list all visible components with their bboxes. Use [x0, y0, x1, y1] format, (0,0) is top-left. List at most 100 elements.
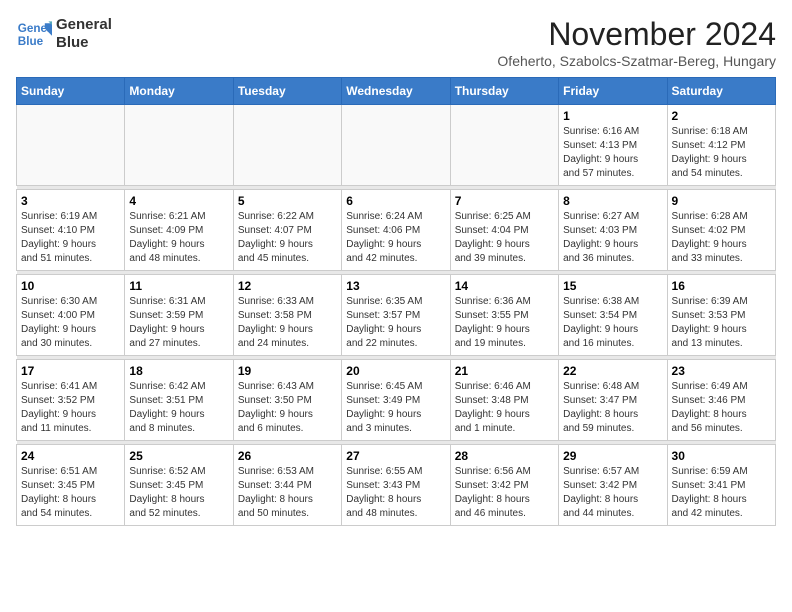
calendar-cell: 27 Sunrise: 6:55 AM Sunset: 3:43 PM Dayli…: [342, 445, 450, 526]
day-number: 10: [21, 279, 120, 293]
header: General Blue General Blue November 2024 …: [16, 16, 776, 69]
day-info: Sunrise: 6:48 AM Sunset: 3:47 PM Dayligh…: [563, 380, 662, 436]
day-info: Sunrise: 6:36 AM Sunset: 3:55 PM Dayligh…: [455, 295, 554, 351]
calendar-cell: 2 Sunrise: 6:18 AM Sunset: 4:12 PM Daylig…: [667, 105, 775, 186]
day-info: Sunrise: 6:49 AM Sunset: 3:46 PM Dayligh…: [672, 380, 771, 436]
month-title: November 2024: [497, 16, 776, 53]
calendar-cell: 1 Sunrise: 6:16 AM Sunset: 4:13 PM Daylig…: [559, 105, 667, 186]
weekday-header: Saturday: [667, 78, 775, 105]
calendar-cell: 17 Sunrise: 6:41 AM Sunset: 3:52 PM Dayli…: [17, 360, 125, 441]
calendar-cell: 13Sunrise: 6:35 AM Sunset: 3:57 PM Dayli…: [342, 275, 450, 356]
weekday-header: Monday: [125, 78, 233, 105]
day-info: Sunrise: 6:27 AM Sunset: 4:03 PM Dayligh…: [563, 210, 662, 266]
calendar-cell: 20 Sunrise: 6:45 AM Sunset: 3:49 PM Dayli…: [342, 360, 450, 441]
day-number: 1: [563, 109, 662, 123]
calendar-cell: 26 Sunrise: 6:53 AM Sunset: 3:44 PM Dayli…: [233, 445, 341, 526]
day-number: 24: [21, 449, 120, 463]
calendar-cell: 25Sunrise: 6:52 AM Sunset: 3:45 PM Dayli…: [125, 445, 233, 526]
day-number: 19: [238, 364, 337, 378]
calendar-cell: 11 Sunrise: 6:31 AM Sunset: 3:59 PM Dayli…: [125, 275, 233, 356]
day-info: Sunrise: 6:28 AM Sunset: 4:02 PM Dayligh…: [672, 210, 771, 266]
calendar-header-row: SundayMondayTuesdayWednesdayThursdayFrid…: [17, 78, 776, 105]
day-number: 13: [346, 279, 445, 293]
calendar-cell: 6 Sunrise: 6:24 AM Sunset: 4:06 PM Daylig…: [342, 190, 450, 271]
day-number: 21: [455, 364, 554, 378]
day-info: Sunrise: 6:16 AM Sunset: 4:13 PM Dayligh…: [563, 125, 662, 181]
calendar-cell: 30Sunrise: 6:59 AM Sunset: 3:41 PM Dayli…: [667, 445, 775, 526]
day-number: 6: [346, 194, 445, 208]
day-number: 4: [129, 194, 228, 208]
weekday-header: Tuesday: [233, 78, 341, 105]
calendar-cell: [125, 105, 233, 186]
day-info: Sunrise: 6:39 AM Sunset: 3:53 PM Dayligh…: [672, 295, 771, 351]
day-number: 17: [21, 364, 120, 378]
day-info: Sunrise: 6:33 AM Sunset: 3:58 PM Dayligh…: [238, 295, 337, 351]
day-info: Sunrise: 6:55 AM Sunset: 3:43 PM Dayligh…: [346, 465, 445, 521]
day-info: Sunrise: 6:24 AM Sunset: 4:06 PM Dayligh…: [346, 210, 445, 266]
day-info: Sunrise: 6:52 AM Sunset: 3:45 PM Dayligh…: [129, 465, 228, 521]
day-info: Sunrise: 6:46 AM Sunset: 3:48 PM Dayligh…: [455, 380, 554, 436]
calendar-cell: 9 Sunrise: 6:28 AM Sunset: 4:02 PM Daylig…: [667, 190, 775, 271]
day-number: 14: [455, 279, 554, 293]
day-number: 28: [455, 449, 554, 463]
day-number: 5: [238, 194, 337, 208]
day-info: Sunrise: 6:25 AM Sunset: 4:04 PM Dayligh…: [455, 210, 554, 266]
calendar-week-row: 17 Sunrise: 6:41 AM Sunset: 3:52 PM Dayli…: [17, 360, 776, 441]
day-number: 23: [672, 364, 771, 378]
day-info: Sunrise: 6:19 AM Sunset: 4:10 PM Dayligh…: [21, 210, 120, 266]
logo-icon: General Blue: [16, 16, 52, 52]
calendar-cell: 21 Sunrise: 6:46 AM Sunset: 3:48 PM Dayli…: [450, 360, 558, 441]
calendar-cell: 28 Sunrise: 6:56 AM Sunset: 3:42 PM Dayli…: [450, 445, 558, 526]
calendar-cell: 15 Sunrise: 6:38 AM Sunset: 3:54 PM Dayli…: [559, 275, 667, 356]
calendar-cell: 24Sunrise: 6:51 AM Sunset: 3:45 PM Dayli…: [17, 445, 125, 526]
svg-text:Blue: Blue: [18, 35, 44, 48]
logo: General Blue General Blue: [16, 16, 112, 52]
day-number: 26: [238, 449, 337, 463]
day-info: Sunrise: 6:38 AM Sunset: 3:54 PM Dayligh…: [563, 295, 662, 351]
day-info: Sunrise: 6:30 AM Sunset: 4:00 PM Dayligh…: [21, 295, 120, 351]
day-info: Sunrise: 6:41 AM Sunset: 3:52 PM Dayligh…: [21, 380, 120, 436]
day-number: 29: [563, 449, 662, 463]
calendar-week-row: 10 Sunrise: 6:30 AM Sunset: 4:00 PM Dayli…: [17, 275, 776, 356]
calendar-cell: 16 Sunrise: 6:39 AM Sunset: 3:53 PM Dayli…: [667, 275, 775, 356]
calendar-cell: 4 Sunrise: 6:21 AM Sunset: 4:09 PM Daylig…: [125, 190, 233, 271]
day-number: 20: [346, 364, 445, 378]
day-info: Sunrise: 6:21 AM Sunset: 4:09 PM Dayligh…: [129, 210, 228, 266]
calendar-cell: 19 Sunrise: 6:43 AM Sunset: 3:50 PM Dayli…: [233, 360, 341, 441]
day-info: Sunrise: 6:31 AM Sunset: 3:59 PM Dayligh…: [129, 295, 228, 351]
calendar-week-row: 1 Sunrise: 6:16 AM Sunset: 4:13 PM Daylig…: [17, 105, 776, 186]
day-number: 18: [129, 364, 228, 378]
logo-text-line1: General: [56, 16, 112, 34]
day-info: Sunrise: 6:53 AM Sunset: 3:44 PM Dayligh…: [238, 465, 337, 521]
day-number: 27: [346, 449, 445, 463]
day-number: 7: [455, 194, 554, 208]
day-number: 9: [672, 194, 771, 208]
day-info: Sunrise: 6:56 AM Sunset: 3:42 PM Dayligh…: [455, 465, 554, 521]
day-number: 8: [563, 194, 662, 208]
day-info: Sunrise: 6:43 AM Sunset: 3:50 PM Dayligh…: [238, 380, 337, 436]
day-info: Sunrise: 6:18 AM Sunset: 4:12 PM Dayligh…: [672, 125, 771, 181]
logo-text-line2: Blue: [56, 34, 112, 52]
calendar-week-row: 3Sunrise: 6:19 AM Sunset: 4:10 PM Daylig…: [17, 190, 776, 271]
calendar-cell: 7 Sunrise: 6:25 AM Sunset: 4:04 PM Daylig…: [450, 190, 558, 271]
day-info: Sunrise: 6:59 AM Sunset: 3:41 PM Dayligh…: [672, 465, 771, 521]
day-info: Sunrise: 6:45 AM Sunset: 3:49 PM Dayligh…: [346, 380, 445, 436]
calendar-cell: 8 Sunrise: 6:27 AM Sunset: 4:03 PM Daylig…: [559, 190, 667, 271]
calendar-cell: 14 Sunrise: 6:36 AM Sunset: 3:55 PM Dayli…: [450, 275, 558, 356]
day-number: 12: [238, 279, 337, 293]
calendar-cell: 10 Sunrise: 6:30 AM Sunset: 4:00 PM Dayli…: [17, 275, 125, 356]
location-title: Ofeherto, Szabolcs-Szatmar-Bereg, Hungar…: [497, 53, 776, 69]
weekday-header: Wednesday: [342, 78, 450, 105]
calendar-cell: 12 Sunrise: 6:33 AM Sunset: 3:58 PM Dayli…: [233, 275, 341, 356]
day-info: Sunrise: 6:22 AM Sunset: 4:07 PM Dayligh…: [238, 210, 337, 266]
calendar-cell: 3Sunrise: 6:19 AM Sunset: 4:10 PM Daylig…: [17, 190, 125, 271]
day-info: Sunrise: 6:42 AM Sunset: 3:51 PM Dayligh…: [129, 380, 228, 436]
day-number: 16: [672, 279, 771, 293]
day-info: Sunrise: 6:57 AM Sunset: 3:42 PM Dayligh…: [563, 465, 662, 521]
calendar-cell: [450, 105, 558, 186]
calendar: SundayMondayTuesdayWednesdayThursdayFrid…: [16, 77, 776, 526]
day-number: 11: [129, 279, 228, 293]
day-number: 2: [672, 109, 771, 123]
day-number: 15: [563, 279, 662, 293]
title-area: November 2024 Ofeherto, Szabolcs-Szatmar…: [497, 16, 776, 69]
